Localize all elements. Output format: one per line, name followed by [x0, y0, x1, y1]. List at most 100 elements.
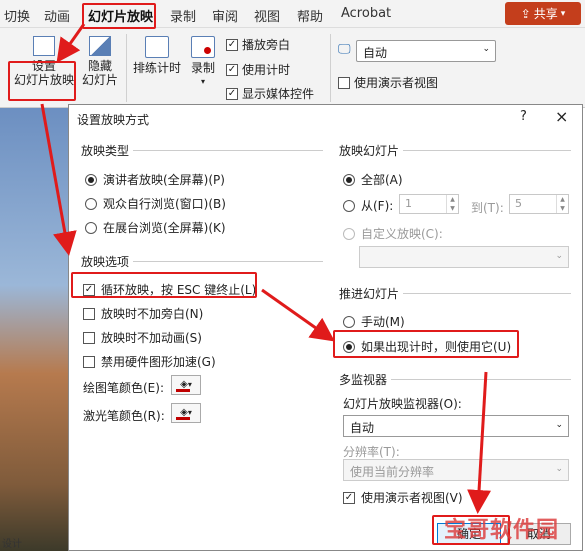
- share-button[interactable]: ⇪ 共享 ▾: [505, 2, 581, 25]
- custom-show-select[interactable]: ⌄: [359, 246, 569, 268]
- setup-slide-show-button[interactable]: 设置 幻灯片放映: [14, 36, 74, 87]
- laser-color-swatch: [176, 417, 190, 420]
- show-type-presenter-radio[interactable]: 演讲者放映(全屏幕)(P): [85, 171, 225, 188]
- chevron-down-icon: ⌄: [555, 251, 563, 261]
- radio-icon: [343, 227, 355, 240]
- radio-label: 如果出现计时，则使用它(U): [361, 340, 512, 354]
- setup-label-line1: 设置: [31, 59, 56, 73]
- group-divider: [391, 379, 571, 380]
- laser-color-button[interactable]: ◈▾: [171, 403, 201, 423]
- group-divider: [133, 261, 323, 262]
- checkbox-icon: [338, 76, 350, 89]
- radio-label: 自定义放映(C):: [361, 227, 443, 241]
- pen-color-label: 绘图笔颜色(E):: [83, 381, 164, 395]
- show-type-window-radio[interactable]: 观众自行浏览(窗口)(B): [85, 195, 226, 212]
- checkbox-icon: [83, 307, 95, 320]
- chevron-down-icon: ⌄: [555, 420, 563, 430]
- chevron-down-icon: ⌄: [482, 44, 490, 54]
- checkbox-icon: ✓: [226, 87, 238, 100]
- slides-all-radio[interactable]: 全部(A): [343, 171, 403, 188]
- ribbon-presenter-view-checkbox[interactable]: 使用演示者视图: [338, 74, 438, 91]
- advance-manual-radio[interactable]: 手动(M): [343, 313, 405, 330]
- monitor-select-value: 自动: [350, 421, 375, 435]
- show-media-controls-label: 显示媒体控件: [242, 87, 315, 101]
- hide-label-line2: 幻灯片: [81, 73, 118, 87]
- record-label: 录制: [190, 61, 215, 75]
- status-bar-text: 设计: [2, 539, 22, 550]
- slides-from-radio[interactable]: 从(F):: [343, 197, 393, 214]
- radio-label: 在展台浏览(全屏幕)(K): [103, 221, 226, 235]
- group-divider: [403, 150, 571, 151]
- ribbon-divider: [330, 34, 331, 102]
- share-label: 共享: [533, 7, 558, 21]
- help-button[interactable]: ?: [520, 109, 527, 124]
- pen-color-swatch: [176, 389, 190, 392]
- ribbon-body: 设置 幻灯片放映 隐藏 幻灯片 排练计时 录制 ▾ ✓ 播放旁白 ✓ 使用计时 …: [0, 28, 585, 108]
- tab-acrobat[interactable]: Acrobat: [341, 6, 391, 21]
- setup-show-dialog: 设置放映方式 ? × 放映类型 演讲者放映(全屏幕)(P) 观众自行浏览(窗口)…: [68, 104, 583, 551]
- advance-use-timings-radio[interactable]: 如果出现计时，则使用它(U): [343, 338, 511, 355]
- record-button[interactable]: 录制 ▾: [186, 36, 220, 89]
- to-slide-input[interactable]: 5 ▲ ▼: [509, 194, 569, 214]
- monitors-group-label: 多监视器: [339, 373, 388, 387]
- tab-transitions[interactable]: 切换: [4, 6, 30, 25]
- use-timings-checkbox[interactable]: ✓ 使用计时: [226, 61, 290, 78]
- tab-review[interactable]: 审阅: [212, 6, 238, 25]
- checkbox-label: 使用演示者视图(V): [361, 491, 463, 505]
- no-animation-checkbox[interactable]: 放映时不加动画(S): [83, 329, 202, 346]
- show-media-controls-checkbox[interactable]: ✓ 显示媒体控件: [226, 85, 314, 102]
- no-narration-checkbox[interactable]: 放映时不加旁白(N): [83, 305, 203, 322]
- tab-help[interactable]: 帮助: [297, 6, 323, 25]
- from-slide-input[interactable]: 1 ▲ ▼: [399, 194, 459, 214]
- checkbox-icon: [83, 355, 95, 368]
- loop-until-esc-checkbox[interactable]: ✓ 循环放映，按 ESC 键终止(L): [83, 281, 256, 298]
- show-type-kiosk-radio[interactable]: 在展台浏览(全屏幕)(K): [85, 219, 226, 236]
- checkbox-checked-icon: ✓: [343, 491, 355, 504]
- close-button[interactable]: ×: [555, 107, 568, 126]
- dialog-presenter-view-checkbox[interactable]: ✓ 使用演示者视图(V): [343, 489, 463, 506]
- radio-icon: [343, 199, 355, 212]
- play-narrations-label: 播放旁白: [242, 38, 291, 52]
- spinner-arrows-icon: ▲ ▼: [556, 195, 568, 213]
- show-options-group-label: 放映选项: [81, 255, 130, 269]
- checkbox-checked-icon: ✓: [83, 283, 95, 296]
- checkbox-label: 放映时不加动画(S): [101, 331, 202, 345]
- chevron-down-icon: ▾: [187, 408, 192, 417]
- checkbox-icon: ✓: [226, 63, 238, 76]
- pen-color-button[interactable]: ◈▾: [171, 375, 201, 395]
- chevron-down-icon: ▾: [187, 380, 192, 389]
- monitor-select[interactable]: 自动 ⌄: [356, 40, 496, 62]
- radio-label: 手动(M): [361, 315, 405, 329]
- radio-label: 演讲者放映(全屏幕)(P): [103, 173, 225, 187]
- hide-slide-icon: [89, 36, 111, 56]
- hide-slide-button[interactable]: 隐藏 幻灯片: [80, 36, 120, 87]
- monitor-select-value: 自动: [363, 46, 388, 60]
- play-narrations-checkbox[interactable]: ✓ 播放旁白: [226, 36, 290, 53]
- from-slide-value: 1: [405, 197, 412, 210]
- radio-icon: [85, 221, 97, 234]
- tab-view[interactable]: 视图: [254, 6, 280, 25]
- setup-label-line2: 幻灯片放映: [14, 73, 75, 87]
- advance-group-label: 推进幻灯片: [339, 287, 400, 301]
- show-type-group-label: 放映类型: [81, 144, 130, 158]
- resolution-select[interactable]: 使用当前分辨率 ⌄: [343, 459, 569, 481]
- spinner-arrows-icon: ▲ ▼: [446, 195, 458, 213]
- ribbon-divider: [126, 34, 127, 102]
- show-slides-group-label: 放映幻灯片: [339, 144, 400, 158]
- disable-hw-accel-checkbox[interactable]: 禁用硬件图形加速(G): [83, 353, 216, 370]
- clock-icon: [145, 36, 169, 58]
- ribbon-tab-bar: 切换 动画 幻灯片放映 录制 审阅 视图 帮助 Acrobat ⇪ 共享 ▾: [0, 0, 585, 28]
- tab-animations[interactable]: 动画: [44, 6, 70, 25]
- radio-selected-icon: [343, 173, 355, 186]
- group-divider: [403, 293, 571, 294]
- slideshow-monitor-label: 幻灯片放映监视器(O):: [343, 397, 462, 411]
- slideshow-monitor-select[interactable]: 自动 ⌄: [343, 415, 569, 437]
- rehearse-timings-button[interactable]: 排练计时: [132, 36, 182, 75]
- radio-icon: [343, 315, 355, 328]
- laser-color-label: 激光笔颜色(R):: [83, 409, 165, 423]
- tab-slide-show[interactable]: 幻灯片放映: [88, 6, 153, 25]
- tab-record[interactable]: 录制: [170, 6, 196, 25]
- to-label: 到(T):: [471, 201, 504, 215]
- checkbox-label: 禁用硬件图形加速(G): [101, 355, 216, 369]
- slides-custom-radio[interactable]: 自定义放映(C):: [343, 225, 443, 242]
